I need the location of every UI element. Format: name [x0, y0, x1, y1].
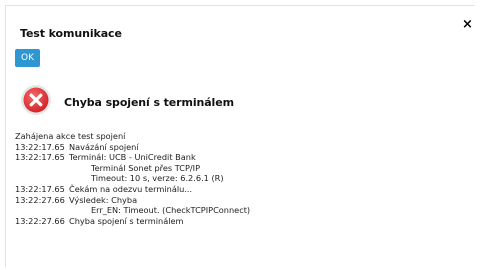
- log-row: 13:22:27.66 Chyba spojení s terminálem: [15, 216, 250, 227]
- log-header-row: Zahájena akce test spojení: [15, 131, 250, 142]
- log-time: 13:22:27.66: [15, 215, 65, 226]
- log-row: 13:22:17.65 Terminál: UCB - UniCredit Ba…: [15, 152, 250, 163]
- log-message: Čekám na odezvu terminálu...: [69, 183, 193, 194]
- log-row: 13:22:17.65 Navázání spojení: [15, 142, 250, 153]
- log-time: 13:22:17.65: [15, 141, 65, 152]
- log-row: 13:22:27.66 Výsledek: Chyba: [15, 195, 250, 206]
- log-time: 13:22:17.65: [15, 152, 65, 163]
- log-time: 13:22:27.66: [15, 194, 65, 205]
- log-time: [15, 173, 69, 184]
- log-header: Zahájena akce test spojení: [15, 131, 126, 141]
- log-panel: Zahájena akce test spojení 13:22:17.65 N…: [15, 131, 250, 226]
- error-x-icon: [21, 85, 51, 115]
- log-message: Navázání spojení: [69, 141, 139, 152]
- log-row: Err_EN: Timeout. (CheckTCPIPConnect): [15, 205, 250, 216]
- close-icon[interactable]: ×: [462, 18, 473, 31]
- log-message: Terminál Sonet přes TCP/IP: [91, 162, 201, 173]
- dialog-title: Test komunikace: [20, 27, 122, 40]
- log-message: Chyba spojení s terminálem: [69, 215, 184, 226]
- error-message: Chyba spojení s terminálem: [64, 96, 234, 109]
- log-row: Terminál Sonet přes TCP/IP: [15, 163, 250, 174]
- log-row: 13:22:17.65 Čekám na odezvu terminálu...: [15, 184, 250, 195]
- log-time: [15, 205, 69, 216]
- log-message: Terminál: UCB - UniCredit Bank: [69, 152, 196, 163]
- log-row: Timeout: 10 s, verze: 6.2.6.1 (R): [15, 173, 250, 184]
- log-message: Výsledek: Chyba: [69, 194, 138, 205]
- ok-button[interactable]: OK: [15, 49, 40, 67]
- log-time: 13:22:17.65: [15, 183, 65, 194]
- log-time: [15, 163, 69, 174]
- log-message: Timeout: 10 s, verze: 6.2.6.1 (R): [91, 173, 224, 184]
- log-message: Err_EN: Timeout. (CheckTCPIPConnect): [91, 205, 251, 216]
